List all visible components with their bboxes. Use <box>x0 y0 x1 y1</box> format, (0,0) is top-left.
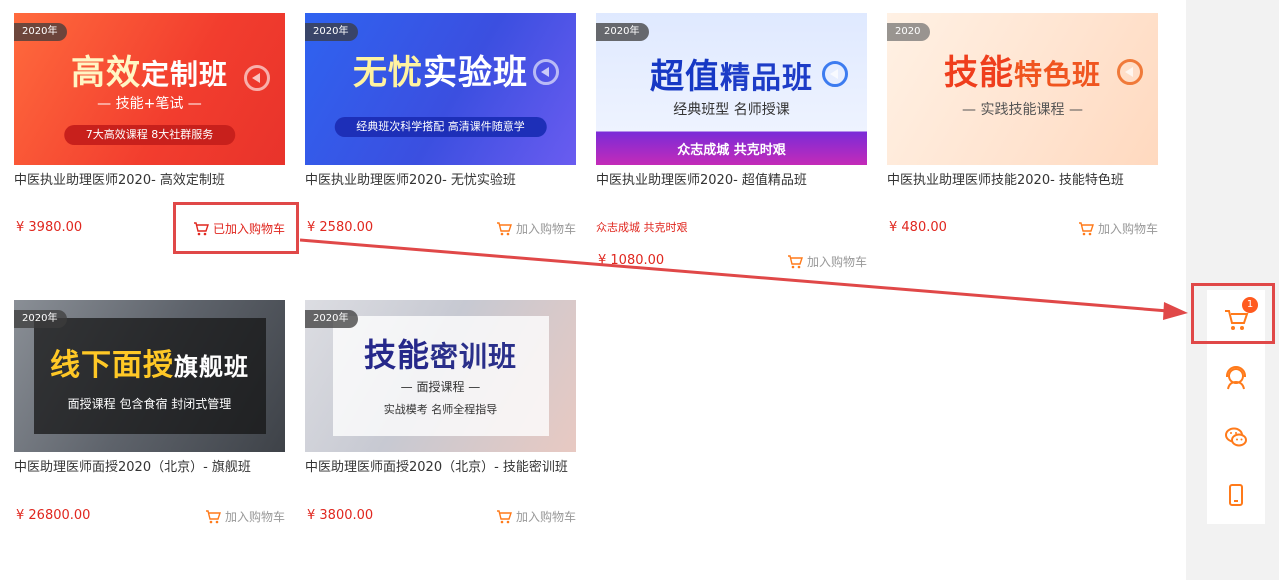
banner-pill: 实战模考 名师全程指导 <box>383 403 498 416</box>
banner-title: 高效定制班 <box>70 53 228 93</box>
cart-button-label: 加入购物车 <box>515 510 576 524</box>
course-slogan: 众志成城 共克时艰 <box>596 221 688 234</box>
banner-subtitle: 经典班型 名师授课 <box>673 102 790 118</box>
course-title[interactable]: 中医助理医师面授2020（北京）- 旗舰班 <box>14 459 285 477</box>
course-banner[interactable]: 2020年 超值精品班 经典班型 名师授课 众志成城 共克时艰 <box>596 13 867 165</box>
cart-button-label: 加入购物车 <box>515 222 576 236</box>
side-support-button[interactable] <box>1207 349 1265 407</box>
annotation-box-added-to-cart <box>173 202 299 254</box>
year-badge: 2020年 <box>305 23 359 41</box>
course-card[interactable]: 2020 技能特色班 — 实践技能课程 — 中医执业助理医师技能2020- 技能… <box>887 13 1158 236</box>
play-icon <box>822 61 848 87</box>
add-to-cart-button[interactable]: 加入购物车 <box>496 220 576 237</box>
course-price: ¥ 480.00 <box>889 220 947 235</box>
add-to-cart-button[interactable]: 加入购物车 <box>205 508 285 525</box>
course-card[interactable]: 2020年 技能密训班 — 面授课程 — 实战模考 名师全程指导 中医助理医师面… <box>305 300 576 524</box>
course-card[interactable]: 2020年 线下面授旗舰班 面授课程 包含食宿 封闭式管理 中医助理医师面授20… <box>14 300 285 524</box>
wechat-icon <box>1225 427 1247 447</box>
banner-subtitle: — 实践技能课程 — <box>962 102 1083 118</box>
course-card[interactable]: 2020年 超值精品班 经典班型 名师授课 众志成城 共克时艰 中医执业助理医师… <box>596 13 867 269</box>
year-badge: 2020年 <box>305 310 359 328</box>
banner-title: 线下面授旗舰班 <box>50 348 249 383</box>
course-title[interactable]: 中医执业助理医师2020- 高效定制班 <box>14 172 285 190</box>
play-icon <box>244 65 270 91</box>
banner-pill: 7大高效课程 8大社群服务 <box>63 125 236 145</box>
cart-icon <box>205 509 221 523</box>
add-to-cart-button[interactable]: 加入购物车 <box>787 253 867 270</box>
cart-icon <box>496 509 512 523</box>
course-title[interactable]: 中医助理医师面授2020（北京）- 技能密训班 <box>305 459 576 477</box>
cart-icon <box>787 254 803 268</box>
course-title[interactable]: 中医执业助理医师2020- 无忧实验班 <box>305 172 576 190</box>
banner-subtitle: — 技能+笔试 — <box>97 96 202 112</box>
banner-pill: 众志成城 共克时艰 <box>677 143 786 158</box>
year-badge: 2020年 <box>14 23 68 41</box>
banner-title: 技能密训班 <box>363 336 518 374</box>
cart-button-label: 加入购物车 <box>806 255 867 269</box>
banner-pill: 经典班次科学搭配 高清课件随意学 <box>334 117 547 137</box>
course-title[interactable]: 中医执业助理医师技能2020- 技能特色班 <box>887 172 1158 190</box>
course-price: ¥ 26800.00 <box>16 508 91 523</box>
course-banner[interactable]: 2020 技能特色班 — 实践技能课程 — <box>887 13 1158 165</box>
side-mobile-button[interactable] <box>1207 466 1265 524</box>
add-to-cart-button[interactable]: 加入购物车 <box>1078 220 1158 237</box>
cart-icon <box>496 221 512 235</box>
mobile-icon <box>1229 484 1243 506</box>
year-badge: 2020年 <box>14 310 68 328</box>
course-card[interactable]: 2020年 高效定制班 — 技能+笔试 — 7大高效课程 8大社群服务 中医执业… <box>14 13 285 236</box>
course-title[interactable]: 中医执业助理医师2020- 超值精品班 <box>596 172 867 190</box>
course-banner[interactable]: 2020年 高效定制班 — 技能+笔试 — 7大高效课程 8大社群服务 <box>14 13 285 165</box>
cart-button-label: 加入购物车 <box>1097 222 1158 236</box>
year-badge: 2020 <box>887 23 931 41</box>
course-banner[interactable]: 2020年 技能密训班 — 面授课程 — 实战模考 名师全程指导 <box>305 300 576 452</box>
course-price: ¥ 3800.00 <box>307 508 374 523</box>
course-card[interactable]: 2020年 无忧实验班 经典班次科学搭配 高清课件随意学 中医执业助理医师202… <box>305 13 576 236</box>
play-icon <box>533 59 559 85</box>
course-price: ¥ 3980.00 <box>16 220 83 235</box>
cart-button-label: 加入购物车 <box>224 510 285 524</box>
headset-icon <box>1226 366 1246 390</box>
course-banner[interactable]: 2020年 线下面授旗舰班 面授课程 包含食宿 封闭式管理 <box>14 300 285 452</box>
banner-subtitle: — 面授课程 — <box>400 380 481 394</box>
play-icon <box>1117 59 1143 85</box>
course-price: ¥ 2580.00 <box>307 220 374 235</box>
side-wechat-button[interactable] <box>1207 408 1265 466</box>
banner-pill: 面授课程 包含食宿 封闭式管理 <box>67 397 232 411</box>
add-to-cart-button[interactable]: 加入购物车 <box>496 508 576 525</box>
course-banner[interactable]: 2020年 无忧实验班 经典班次科学搭配 高清课件随意学 <box>305 13 576 165</box>
annotation-box-side-cart <box>1191 283 1275 344</box>
year-badge: 2020年 <box>596 23 650 41</box>
course-price: ¥ 1080.00 <box>598 253 665 268</box>
cart-icon <box>1078 221 1094 235</box>
